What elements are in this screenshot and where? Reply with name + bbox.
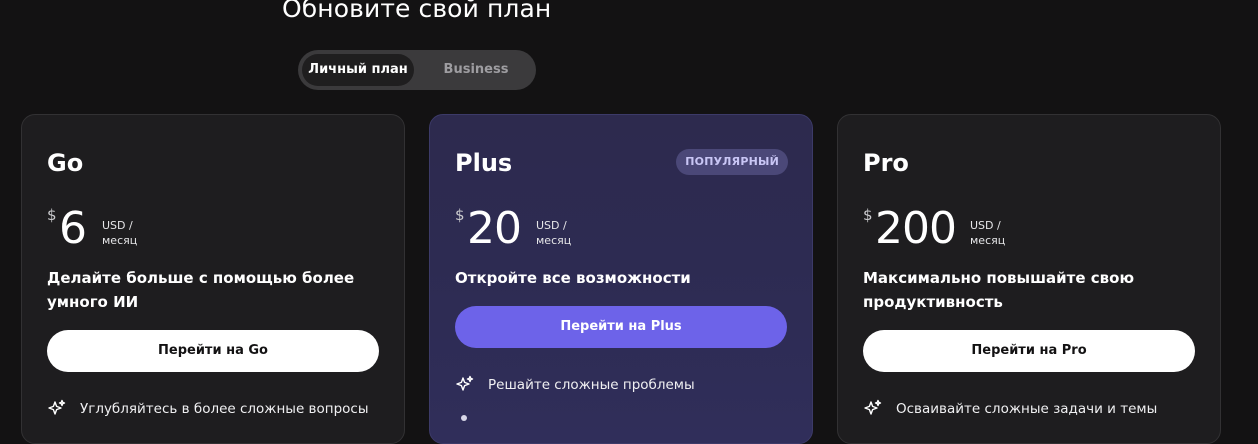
plan-tagline: Максимально повышайте свою продуктивност… <box>863 269 1135 311</box>
currency-symbol: $ <box>455 206 465 224</box>
upgrade-plus-button[interactable]: Перейти на Plus <box>455 306 787 348</box>
price-unit: USD / <box>970 219 1001 232</box>
tab-personal-plan[interactable]: Личный план <box>302 54 414 86</box>
price-period: USD / месяц <box>102 218 137 248</box>
plan-tagline: Делайте больше с помощью более умного ИИ <box>47 269 355 311</box>
plan-card-go: Go $ 6 USD / месяц Делайте больше с помо… <box>21 114 405 444</box>
plan-tagline: Откройте все возможности <box>455 269 691 287</box>
plan-type-toggle: Личный план Business <box>298 50 536 90</box>
feature-text: Осваивайте сложные задачи и темы <box>896 401 1158 417</box>
price-period-label: месяц <box>536 234 572 247</box>
page-title: Обновите свой план <box>282 0 552 23</box>
price-period: USD / месяц <box>970 218 1005 248</box>
sparkle-icon <box>456 375 474 391</box>
upgrade-pro-button[interactable]: Перейти на Pro <box>863 330 1195 372</box>
feature-item: Углубляйтесь в более сложные вопросы <box>47 399 369 419</box>
price-unit: USD / <box>102 219 133 232</box>
sparkle-icon <box>48 399 66 415</box>
plan-name: Go <box>47 149 84 177</box>
sparkle-icon <box>864 399 882 415</box>
price-period-label: месяц <box>970 234 1006 247</box>
plan-name: Plus <box>455 149 513 177</box>
popular-badge: ПОПУЛЯРНЫЙ <box>676 149 788 175</box>
price-period: USD / месяц <box>536 218 571 248</box>
tab-business[interactable]: Business <box>420 54 532 86</box>
upgrade-go-button[interactable]: Перейти на Go <box>47 330 379 372</box>
plan-price: 6 <box>59 203 87 254</box>
currency-symbol: $ <box>47 206 57 224</box>
feature-text: Решайте сложные проблемы <box>488 377 695 393</box>
plan-price: 200 <box>875 203 957 254</box>
feature-item: Осваивайте сложные задачи и темы <box>863 399 1157 419</box>
currency-symbol: $ <box>863 206 873 224</box>
plan-card-pro: Pro $ 200 USD / месяц Максимально повыша… <box>837 114 1221 444</box>
plan-price: 20 <box>467 203 522 254</box>
feature-icon-partial <box>461 415 467 421</box>
plan-card-plus: Plus ПОПУЛЯРНЫЙ $ 20 USD / месяц Откройт… <box>429 114 813 444</box>
feature-text: Углубляйтесь в более сложные вопросы <box>80 401 369 417</box>
feature-item: Решайте сложные проблемы <box>455 375 695 395</box>
price-period-label: месяц <box>102 234 138 247</box>
price-unit: USD / <box>536 219 567 232</box>
plan-name: Pro <box>863 149 909 177</box>
